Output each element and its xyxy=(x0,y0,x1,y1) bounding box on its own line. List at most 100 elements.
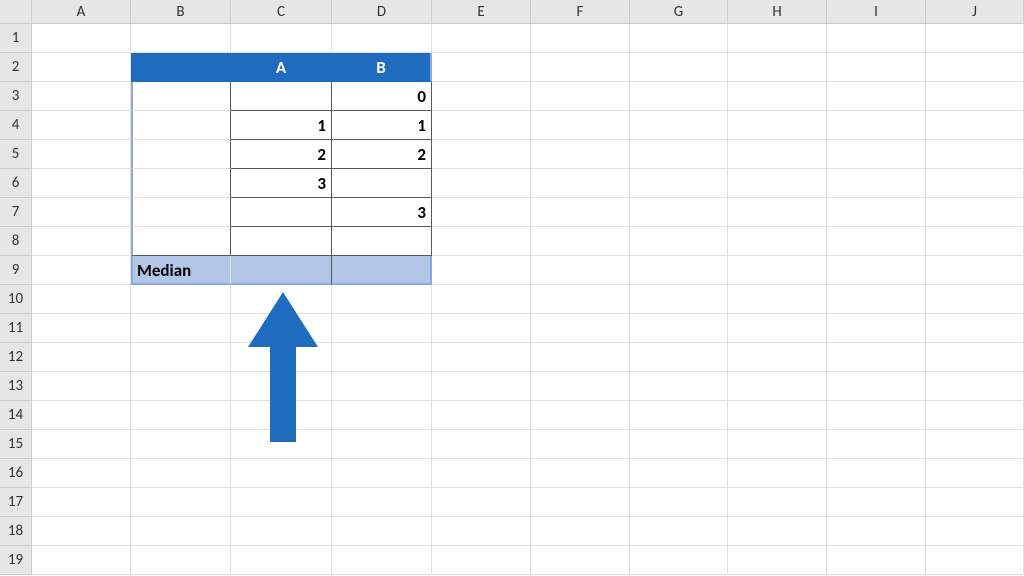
col-header-F[interactable]: F xyxy=(531,0,630,24)
row-header-12[interactable]: 12 xyxy=(0,343,32,372)
cell-J9[interactable] xyxy=(926,256,1024,285)
cell-C8[interactable] xyxy=(231,227,332,256)
cell-J19[interactable] xyxy=(926,546,1024,575)
cell-A12[interactable] xyxy=(32,343,131,372)
cell-G3[interactable] xyxy=(630,82,728,111)
cell-D1[interactable] xyxy=(332,24,432,53)
cell-C6[interactable]: 3 xyxy=(231,169,332,198)
cell-A6[interactable] xyxy=(32,169,131,198)
cell-C17[interactable] xyxy=(231,488,332,517)
cell-H17[interactable] xyxy=(728,488,827,517)
row-header-14[interactable]: 14 xyxy=(0,401,32,430)
cell-H18[interactable] xyxy=(728,517,827,546)
cell-C16[interactable] xyxy=(231,459,332,488)
cell-I1[interactable] xyxy=(827,24,926,53)
cell-C18[interactable] xyxy=(231,517,332,546)
cell-G2[interactable] xyxy=(630,53,728,82)
cell-H3[interactable] xyxy=(728,82,827,111)
cell-E8[interactable] xyxy=(432,227,531,256)
cell-A16[interactable] xyxy=(32,459,131,488)
cell-I3[interactable] xyxy=(827,82,926,111)
cell-C19[interactable] xyxy=(231,546,332,575)
cell-J10[interactable] xyxy=(926,285,1024,314)
col-header-G[interactable]: G xyxy=(630,0,728,24)
cell-F3[interactable] xyxy=(531,82,630,111)
cell-H13[interactable] xyxy=(728,372,827,401)
cell-B3[interactable] xyxy=(131,82,231,111)
cell-A17[interactable] xyxy=(32,488,131,517)
cell-J14[interactable] xyxy=(926,401,1024,430)
cell-C7[interactable] xyxy=(231,198,332,227)
cell-B13[interactable] xyxy=(131,372,231,401)
cell-F16[interactable] xyxy=(531,459,630,488)
cell-B1[interactable] xyxy=(131,24,231,53)
cell-G15[interactable] xyxy=(630,430,728,459)
cell-B15[interactable] xyxy=(131,430,231,459)
cell-E3[interactable] xyxy=(432,82,531,111)
cell-H5[interactable] xyxy=(728,140,827,169)
cell-E11[interactable] xyxy=(432,314,531,343)
cell-H14[interactable] xyxy=(728,401,827,430)
cell-E4[interactable] xyxy=(432,111,531,140)
cell-F5[interactable] xyxy=(531,140,630,169)
cell-A2[interactable] xyxy=(32,53,131,82)
cell-J6[interactable] xyxy=(926,169,1024,198)
cell-G5[interactable] xyxy=(630,140,728,169)
median-B-cell[interactable] xyxy=(332,256,432,285)
col-header-J[interactable]: J xyxy=(926,0,1024,24)
cell-I18[interactable] xyxy=(827,517,926,546)
cell-F14[interactable] xyxy=(531,401,630,430)
cell-A4[interactable] xyxy=(32,111,131,140)
cell-E2[interactable] xyxy=(432,53,531,82)
cell-H8[interactable] xyxy=(728,227,827,256)
cell-I2[interactable] xyxy=(827,53,926,82)
cell-G14[interactable] xyxy=(630,401,728,430)
col-header-B[interactable]: B xyxy=(131,0,231,24)
row-header-18[interactable]: 18 xyxy=(0,517,32,546)
cell-E5[interactable] xyxy=(432,140,531,169)
row-header-13[interactable]: 13 xyxy=(0,372,32,401)
row-header-1[interactable]: 1 xyxy=(0,24,32,53)
cell-B17[interactable] xyxy=(131,488,231,517)
cell-D15[interactable] xyxy=(332,430,432,459)
spreadsheet-grid[interactable]: A B C D E F G H I J 1 2 3 4 5 6 7 8 9 10… xyxy=(0,0,1024,576)
cell-F19[interactable] xyxy=(531,546,630,575)
cell-D10[interactable] xyxy=(332,285,432,314)
cell-G16[interactable] xyxy=(630,459,728,488)
cell-I7[interactable] xyxy=(827,198,926,227)
cell-C5[interactable]: 2 xyxy=(231,140,332,169)
col-header-H[interactable]: H xyxy=(728,0,827,24)
cell-F11[interactable] xyxy=(531,314,630,343)
col-header-I[interactable]: I xyxy=(827,0,926,24)
cell-A13[interactable] xyxy=(32,372,131,401)
cell-H2[interactable] xyxy=(728,53,827,82)
cell-A18[interactable] xyxy=(32,517,131,546)
row-header-10[interactable]: 10 xyxy=(0,285,32,314)
cell-G9[interactable] xyxy=(630,256,728,285)
cell-D17[interactable] xyxy=(332,488,432,517)
cell-E1[interactable] xyxy=(432,24,531,53)
row-header-17[interactable]: 17 xyxy=(0,488,32,517)
cell-A8[interactable] xyxy=(32,227,131,256)
cell-E17[interactable] xyxy=(432,488,531,517)
cell-H7[interactable] xyxy=(728,198,827,227)
cell-E9[interactable] xyxy=(432,256,531,285)
cell-A10[interactable] xyxy=(32,285,131,314)
cell-E12[interactable] xyxy=(432,343,531,372)
cell-G11[interactable] xyxy=(630,314,728,343)
table-header-B[interactable]: B xyxy=(332,53,432,82)
cell-B16[interactable] xyxy=(131,459,231,488)
cell-E19[interactable] xyxy=(432,546,531,575)
cell-B8[interactable] xyxy=(131,227,231,256)
cell-I6[interactable] xyxy=(827,169,926,198)
cell-B4[interactable] xyxy=(131,111,231,140)
cell-I5[interactable] xyxy=(827,140,926,169)
cell-A3[interactable] xyxy=(32,82,131,111)
cell-I14[interactable] xyxy=(827,401,926,430)
cell-I13[interactable] xyxy=(827,372,926,401)
cell-G18[interactable] xyxy=(630,517,728,546)
cell-H1[interactable] xyxy=(728,24,827,53)
row-header-3[interactable]: 3 xyxy=(0,82,32,111)
cell-I9[interactable] xyxy=(827,256,926,285)
cell-F7[interactable] xyxy=(531,198,630,227)
